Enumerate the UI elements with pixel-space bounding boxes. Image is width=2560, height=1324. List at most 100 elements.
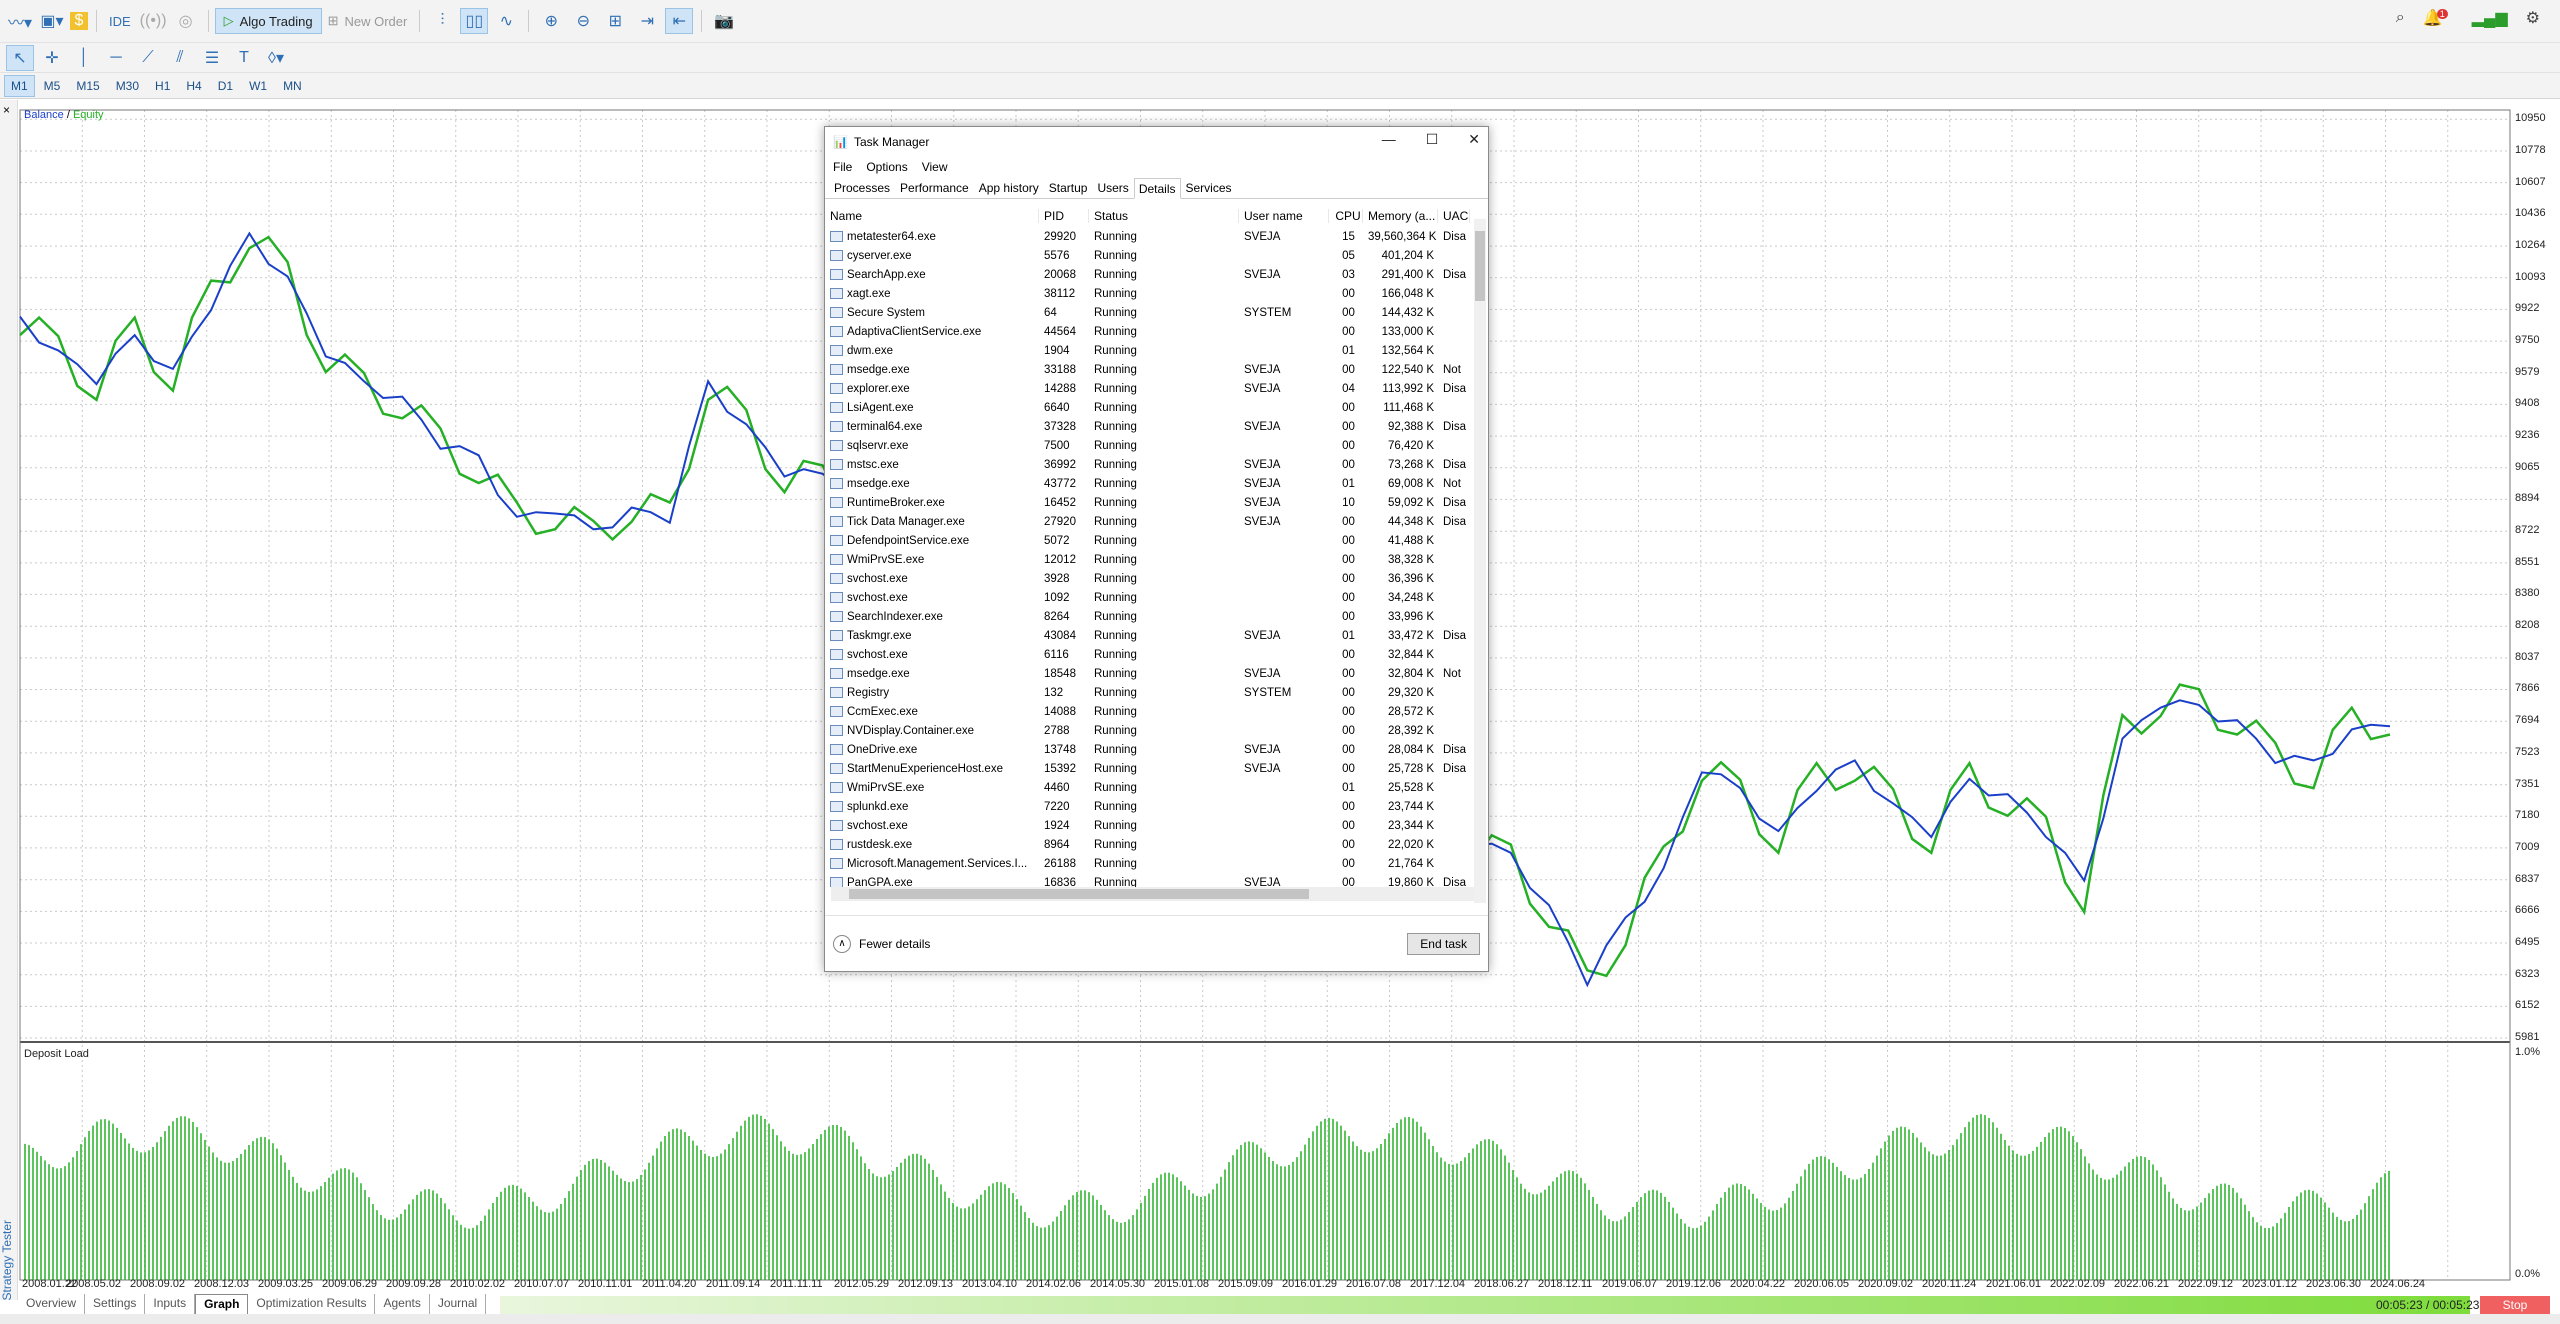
table-row[interactable]: Microsoft.Management.Services.I... 26188 R… [825, 854, 1488, 873]
tab-details[interactable]: Details [1133, 178, 1181, 199]
table-row[interactable]: NVDisplay.Container.exe 2788 Running 00 28,3… [825, 721, 1488, 740]
table-row[interactable]: Secure System 64 Running SYSTEM 00 144,432 K [825, 303, 1488, 322]
table-row[interactable]: msedge.exe 43772 Running SVEJA 01 69,008 K Not [825, 474, 1488, 493]
table-row[interactable]: CcmExec.exe 14088 Running 00 28,572 K [825, 702, 1488, 721]
timeframe-d1[interactable]: D1 [211, 75, 240, 97]
settings-icon[interactable]: ⚙ [2526, 8, 2540, 28]
table-row[interactable]: sqlservr.exe 7500 Running 00 76,420 K [825, 436, 1488, 455]
fibonacci-icon[interactable]: ☰ [198, 45, 226, 71]
crosshair-icon[interactable]: ✛ [38, 45, 66, 71]
channel-icon[interactable]: ⫽ [166, 45, 194, 71]
chart-shift-icon[interactable]: ⇤ [665, 8, 694, 34]
table-row[interactable]: StartMenuExperienceHost.exe 15392 Running S… [825, 759, 1488, 778]
timeframe-mn[interactable]: MN [276, 75, 309, 97]
timeframe-m1[interactable]: M1 [4, 74, 35, 97]
tester-tab-settings[interactable]: Settings [85, 1294, 146, 1314]
column-memory[interactable]: Memory (a... [1363, 209, 1438, 223]
close-window-icon[interactable]: ✕ [1468, 131, 1480, 148]
horizontal-scrollbar[interactable] [831, 887, 1482, 901]
table-row[interactable]: WmiPrvSE.exe 12012 Running 00 38,328 K [825, 550, 1488, 569]
timeframe-h4[interactable]: H4 [179, 75, 208, 97]
templates-icon[interactable]: ▣▾ [38, 8, 66, 34]
tab-startup[interactable]: Startup [1044, 177, 1093, 198]
tester-tab-optimization-results[interactable]: Optimization Results [248, 1294, 376, 1314]
zoom-in-icon[interactable]: ⊕ [537, 8, 565, 34]
tester-tab-overview[interactable]: Overview [18, 1294, 86, 1314]
algo-trading-button[interactable]: ▷ Algo Trading [214, 8, 322, 34]
table-row[interactable]: metatester64.exe 29920 Running SVEJA 15 39,56… [825, 227, 1488, 246]
tab-users[interactable]: Users [1092, 177, 1133, 198]
menu-view[interactable]: View [922, 160, 948, 174]
fewer-details-button[interactable]: ∧ Fewer details [833, 934, 930, 953]
zoom-out-icon[interactable]: ⊖ [569, 8, 597, 34]
maximize-icon[interactable]: ☐ [1426, 131, 1439, 148]
table-row[interactable]: SearchIndexer.exe 8264 Running 00 33,996 K [825, 607, 1488, 626]
end-task-button[interactable]: End task [1407, 932, 1480, 955]
table-row[interactable]: terminal64.exe 37328 Running SVEJA 00 92,388 … [825, 417, 1488, 436]
table-row[interactable]: DefendpointService.exe 5072 Running 00 41,48… [825, 531, 1488, 550]
table-row[interactable]: AdaptivaClientService.exe 44564 Running 00 1… [825, 322, 1488, 341]
minimize-icon[interactable]: — [1382, 131, 1396, 148]
table-row[interactable]: msedge.exe 33188 Running SVEJA 00 122,540 K No… [825, 360, 1488, 379]
vertical-scrollbar[interactable] [1474, 219, 1486, 903]
menu-options[interactable]: Options [866, 160, 907, 174]
text-icon[interactable]: T [230, 45, 258, 71]
column-cpu[interactable]: CPU [1329, 209, 1363, 223]
table-row[interactable]: mstsc.exe 36992 Running SVEJA 00 73,268 K Disa [825, 455, 1488, 474]
bar-chart-icon[interactable]: ⫶ [428, 8, 456, 34]
tab-performance[interactable]: Performance [895, 177, 974, 198]
tab-app-history[interactable]: App history [974, 177, 1044, 198]
table-row[interactable]: PanGPA.exe 16836 Running SVEJA 00 19,860 K Dis… [825, 873, 1488, 887]
table-row[interactable]: Tick Data Manager.exe 27920 Running SVEJA 00… [825, 512, 1488, 531]
timeframe-m5[interactable]: M5 [37, 75, 68, 97]
chart-type-icon[interactable]: 〰▾ [6, 8, 34, 34]
table-row[interactable]: LsiAgent.exe 6640 Running 00 111,468 K [825, 398, 1488, 417]
table-row[interactable]: rustdesk.exe 8964 Running 00 22,020 K [825, 835, 1488, 854]
cursor-icon[interactable]: ↖ [6, 44, 34, 71]
tab-services[interactable]: Services [1181, 177, 1237, 198]
table-row[interactable]: cyserver.exe 5576 Running 05 401,204 K [825, 246, 1488, 265]
vertical-line-icon[interactable]: │ [70, 45, 98, 71]
tester-tab-inputs[interactable]: Inputs [145, 1294, 196, 1314]
timeframe-m30[interactable]: M30 [109, 75, 146, 97]
timeframe-w1[interactable]: W1 [242, 75, 274, 97]
table-row[interactable]: svchost.exe 1092 Running 00 34,248 K [825, 588, 1488, 607]
tile-windows-icon[interactable]: ⊞ [601, 8, 629, 34]
table-row[interactable]: WmiPrvSE.exe 4460 Running 01 25,528 K [825, 778, 1488, 797]
screenshot-icon[interactable]: 📷 [710, 8, 738, 34]
table-row[interactable]: Registry 132 Running SYSTEM 00 29,320 K [825, 683, 1488, 702]
column-status[interactable]: Status [1089, 209, 1239, 223]
table-row[interactable]: svchost.exe 3928 Running 00 36,396 K [825, 569, 1488, 588]
ide-button[interactable]: IDE [103, 14, 137, 29]
table-row[interactable]: svchost.exe 1924 Running 00 23,344 K [825, 816, 1488, 835]
table-row[interactable]: splunkd.exe 7220 Running 00 23,744 K [825, 797, 1488, 816]
column-name[interactable]: Name [825, 209, 1039, 223]
tab-processes[interactable]: Processes [829, 177, 895, 198]
market-icon[interactable]: $ [70, 12, 88, 30]
timeframe-m15[interactable]: M15 [69, 75, 106, 97]
table-row[interactable]: RuntimeBroker.exe 16452 Running SVEJA 10 59,0… [825, 493, 1488, 512]
autoscroll-icon[interactable]: ⇥ [633, 8, 661, 34]
tester-tab-agents[interactable]: Agents [375, 1294, 430, 1314]
table-row[interactable]: Taskmgr.exe 43084 Running SVEJA 01 33,472 K Di… [825, 626, 1488, 645]
signal-strength-icon[interactable]: ▂▄▆ [2472, 8, 2508, 28]
column-user-name[interactable]: User name [1239, 209, 1329, 223]
search-icon[interactable]: ⌕ [2396, 9, 2405, 27]
table-row[interactable]: msedge.exe 18548 Running SVEJA 00 32,804 K Not [825, 664, 1488, 683]
trendline-icon[interactable]: ⟋ [134, 45, 162, 71]
tester-tab-journal[interactable]: Journal [430, 1294, 487, 1314]
menu-file[interactable]: File [833, 160, 852, 174]
new-order-button[interactable]: ⊞ New Order [322, 13, 414, 29]
notifications-icon[interactable]: 🔔1 [2423, 8, 2454, 28]
stop-button[interactable]: Stop [2480, 1296, 2550, 1314]
table-row[interactable]: SearchApp.exe 20068 Running SVEJA 03 291,400 … [825, 265, 1488, 284]
table-row[interactable]: explorer.exe 14288 Running SVEJA 04 113,992 K… [825, 379, 1488, 398]
shapes-icon[interactable]: ◊▾ [262, 45, 290, 71]
horizontal-line-icon[interactable]: ─ [102, 45, 130, 71]
table-row[interactable]: OneDrive.exe 13748 Running SVEJA 00 28,084 K D… [825, 740, 1488, 759]
line-chart-icon[interactable]: ∿ [492, 8, 520, 34]
column-uac[interactable]: UAC [1438, 209, 1470, 223]
horizontal-scroll-thumb[interactable] [849, 889, 1309, 899]
table-row[interactable]: dwm.exe 1904 Running 01 132,564 K [825, 341, 1488, 360]
column-pid[interactable]: PID [1039, 209, 1089, 223]
